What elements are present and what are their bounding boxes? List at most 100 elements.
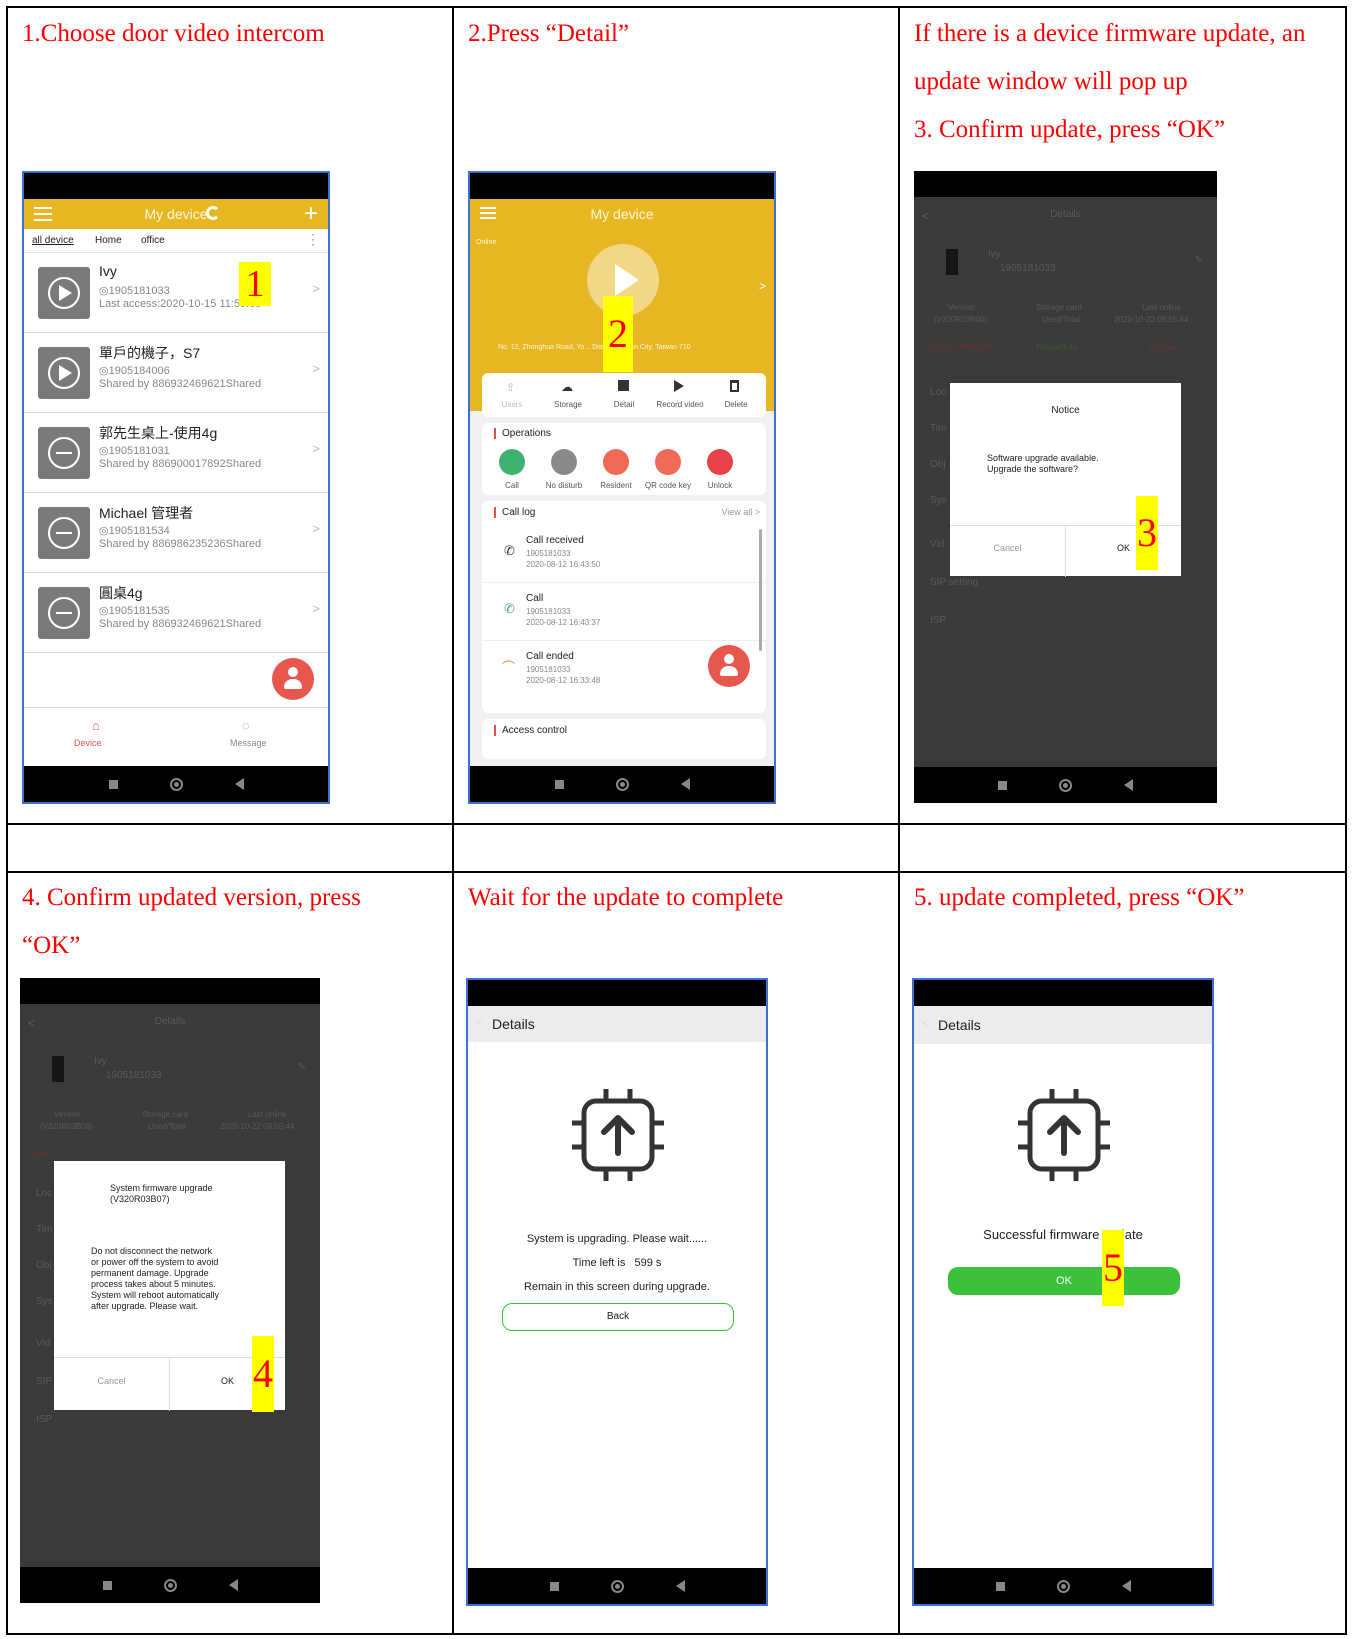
row-isp[interactable]: ISP <box>36 1414 52 1425</box>
chevron-right-icon: > <box>312 281 320 296</box>
caption-step-4-line1: 4. Confirm updated version, press <box>22 884 361 911</box>
back-icon[interactable]: < <box>476 1015 483 1029</box>
scrollbar[interactable] <box>759 529 762 651</box>
row-sip-setting[interactable]: SIP setting <box>930 577 978 588</box>
caption-step-5: 5. update completed, press “OK” <box>914 884 1245 911</box>
contact-fab[interactable] <box>708 645 750 687</box>
phone-icon: ✆ <box>504 601 515 616</box>
col-last-online: Last online <box>248 1110 287 1119</box>
call-type: Call received <box>526 535 584 546</box>
device-id: ◎1905181534 <box>99 525 170 537</box>
upgrade-link[interactable]: Click <box>32 1150 49 1159</box>
row-tim[interactable]: Tim <box>36 1224 52 1235</box>
toolbar-delete[interactable]: Delete <box>706 400 766 409</box>
device-id: ◎1905181535 <box>99 605 170 617</box>
chevron-right-icon: > <box>312 361 320 376</box>
screen-upgrading: < Details System is upgrading. Please wa… <box>466 978 768 1606</box>
row-loc[interactable]: Loc <box>36 1188 52 1199</box>
offline-icon <box>38 587 90 639</box>
ok-button[interactable]: OK <box>1066 543 1181 553</box>
device-row[interactable]: Ivy ◎1905181033 Last access:2020-10-15 1… <box>24 253 328 333</box>
doorbell-icon <box>52 1056 64 1082</box>
device-name: Ivy <box>94 1056 107 1067</box>
device-row[interactable]: 單戶的機子，S7 ◎1905184006 Shared by 886932469… <box>24 333 328 413</box>
operations-card: Operations Call No disturb Resident QR c… <box>482 423 766 495</box>
tab-all-device[interactable]: all device <box>32 235 74 246</box>
firmware-upgrade-dialog: System firmware upgrade (V320R03B07) Do … <box>54 1161 285 1411</box>
back-button[interactable]: Back <box>502 1303 734 1331</box>
chevron-right-icon[interactable]: > <box>759 279 766 293</box>
row-sys[interactable]: Sys <box>930 495 947 506</box>
phone-icon: ✆ <box>504 543 515 558</box>
dialog-body-line: Do not disconnect the network <box>91 1246 213 1256</box>
android-navbar <box>468 1568 766 1604</box>
row-vid[interactable]: Vid <box>36 1338 50 1349</box>
row-vid[interactable]: Vid <box>930 539 944 550</box>
format-link[interactable]: Format/Info <box>1036 343 1077 352</box>
reboot-link[interactable]: Reboot <box>1150 343 1176 352</box>
toolbar-record-video[interactable]: Record video <box>650 400 710 409</box>
caption-step-2: 2.Press “Detail” <box>468 20 630 47</box>
device-name: 單戶的機子，S7 <box>99 345 201 361</box>
cancel-button[interactable]: Cancel <box>54 1376 169 1386</box>
call-log-title: Call log <box>494 507 535 518</box>
dialog-body-2: Upgrade the software? <box>987 464 1079 474</box>
toolbar-users[interactable]: Users <box>482 400 542 409</box>
back-icon[interactable]: < <box>922 1016 929 1030</box>
qr-code-icon[interactable] <box>655 449 681 475</box>
no-disturb-icon[interactable] <box>551 449 577 475</box>
call-id: 1905181033 <box>526 607 571 616</box>
success-message: Successful firmware update <box>983 1227 1143 1242</box>
contact-fab[interactable] <box>272 658 314 700</box>
row-isp[interactable]: ISP <box>930 615 946 626</box>
toolbar-detail[interactable]: Detail <box>594 400 654 409</box>
tab-home[interactable]: Home <box>95 235 122 246</box>
val-version: (V320R03B06) <box>934 315 987 324</box>
call-log-item[interactable]: ✆ Call 1905181033 2020-08-12 16:43:37 <box>482 583 766 641</box>
col-version: Version <box>948 303 975 312</box>
add-icon[interactable]: + <box>304 200 318 228</box>
toolbar-storage[interactable]: Storage <box>538 400 598 409</box>
row-obj[interactable]: Obj <box>36 1260 52 1271</box>
row-sys[interactable]: Sys <box>36 1296 53 1307</box>
unlock-icon[interactable] <box>707 449 733 475</box>
row-loc[interactable]: Loc <box>930 387 946 398</box>
home-icon[interactable]: ⌂ <box>92 718 100 733</box>
edit-icon[interactable]: ✎ <box>298 1062 306 1073</box>
row-tim[interactable]: Tim <box>930 423 946 434</box>
view-all-link[interactable]: View all > <box>721 507 760 517</box>
more-icon[interactable]: ⋮ <box>306 231 320 248</box>
caption-step-3-line2: update window will pop up <box>914 68 1188 95</box>
marker-5: 5 <box>1102 1230 1124 1306</box>
row-sip[interactable]: SIP <box>36 1376 52 1387</box>
refresh-icon[interactable] <box>206 206 220 220</box>
device-id: ◎1905181033 <box>99 285 170 297</box>
device-info: Shared by 886986235236Shared <box>99 538 262 550</box>
screen-device-list: My device + all device Home office ⋮ Ivy… <box>22 171 330 804</box>
app-title: My device <box>144 206 208 222</box>
device-row[interactable]: 圓桌4g ◎1905181535 Shared by 886932469621S… <box>24 573 328 653</box>
bottom-tab-message[interactable]: Message <box>230 738 267 748</box>
status-label: Online <box>476 239 497 246</box>
device-name: Ivy <box>99 263 117 279</box>
device-row[interactable]: Michael 管理者 ◎1905181534 Shared by 886986… <box>24 493 328 573</box>
cancel-button[interactable]: Cancel <box>950 543 1065 553</box>
row-obj[interactable]: Obj <box>930 459 946 470</box>
device-row[interactable]: 郭先生桌上-使用4g ◎1905181031 Shared by 8869000… <box>24 413 328 493</box>
header-title: Details <box>938 1017 981 1033</box>
resident-icon[interactable] <box>603 449 629 475</box>
call-id: 1905181033 <box>526 665 571 674</box>
upgrade-link[interactable]: Click to UPGRADE <box>926 343 994 352</box>
caption-step-1: 1.Choose door video intercom <box>22 20 325 47</box>
bottom-tab-device[interactable]: Device <box>74 738 102 748</box>
call-type: Call <box>526 593 544 604</box>
access-control-title: Access control <box>494 725 567 736</box>
call-icon[interactable] <box>499 449 525 475</box>
call-log-item[interactable]: ✆ Call received 1905181033 2020-08-12 16… <box>482 525 766 583</box>
edit-icon[interactable]: ✎ <box>1195 255 1203 266</box>
toolbar-card: Users Storage Detail Record video Delete… <box>482 373 766 417</box>
message-icon[interactable]: ◌ <box>242 718 250 733</box>
tab-office[interactable]: office <box>141 235 165 246</box>
device-info: Shared by 886932469621Shared <box>99 378 262 390</box>
ok-button[interactable]: OK <box>948 1267 1180 1295</box>
